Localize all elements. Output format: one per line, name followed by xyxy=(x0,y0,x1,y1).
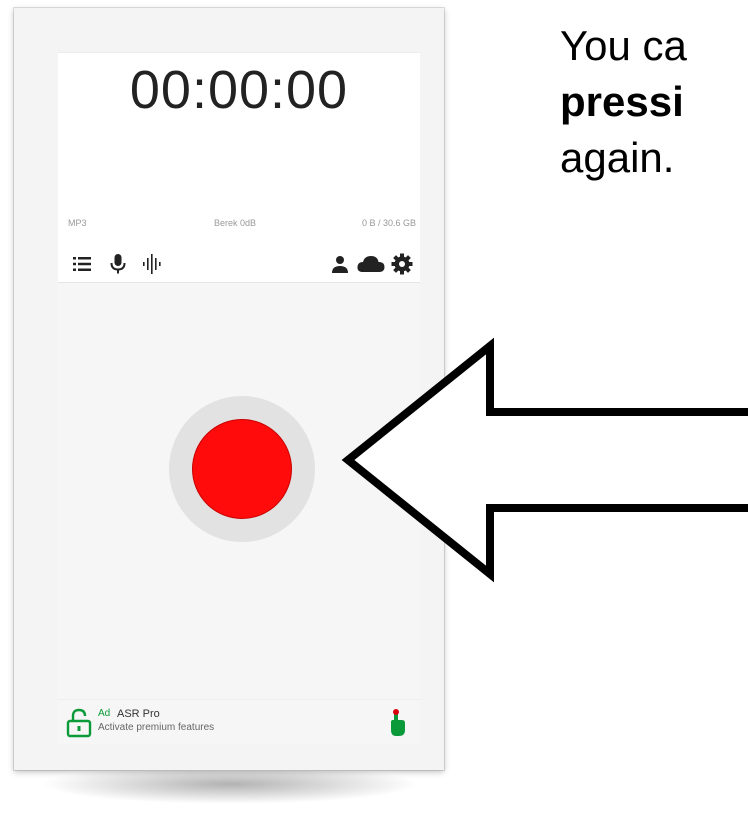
unlock-icon xyxy=(66,708,92,738)
storage-label: 0 B / 30.6 GB xyxy=(361,218,416,228)
ad-banner[interactable]: Ad ASR Pro Activate premium features xyxy=(58,699,420,744)
cloud-icon[interactable] xyxy=(356,252,386,276)
instruction-line-1: You ca xyxy=(560,22,687,69)
instruction-line-2: pressi xyxy=(560,74,748,130)
instruction-text: You ca pressi again. xyxy=(560,18,748,186)
timer-area: 00:00:00 xyxy=(58,52,420,213)
instruction-line-3: again. xyxy=(560,134,675,181)
person-icon[interactable] xyxy=(328,252,352,276)
waveform-icon[interactable] xyxy=(140,252,164,276)
gain-label[interactable]: Berek 0dB xyxy=(214,218,256,228)
toolbar xyxy=(58,242,420,283)
touch-hand-icon xyxy=(391,709,405,736)
format-label[interactable]: MP3 xyxy=(68,218,87,228)
frame-shadow xyxy=(40,764,420,804)
record-button[interactable] xyxy=(169,396,315,542)
list-icon[interactable] xyxy=(70,252,94,276)
mic-icon[interactable] xyxy=(106,252,130,276)
gear-icon[interactable] xyxy=(390,252,414,276)
ad-title: ASR Pro xyxy=(117,708,160,720)
timer-display: 00:00:00 xyxy=(129,60,349,120)
ad-subtitle: Activate premium features xyxy=(98,722,215,733)
instruction-bold: pressi xyxy=(560,78,684,125)
pointer-arrow xyxy=(341,337,748,583)
ad-tag: Ad xyxy=(98,708,111,719)
record-dot xyxy=(192,419,292,519)
